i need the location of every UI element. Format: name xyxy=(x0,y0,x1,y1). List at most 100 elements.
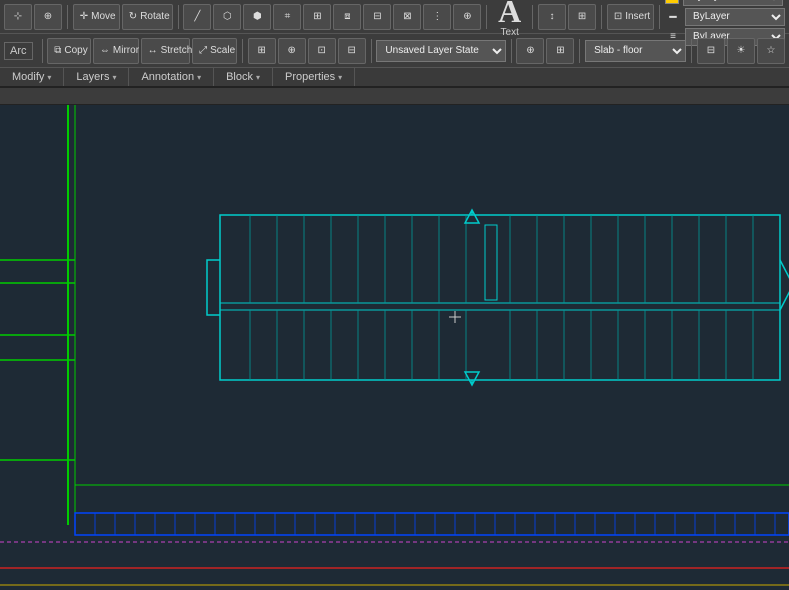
rotate-icon: ↻ xyxy=(129,9,137,25)
dim-icon2: ⊞ xyxy=(575,9,589,25)
line-icon3: ⬢ xyxy=(250,9,264,25)
layer-floor-select[interactable]: Slab - floor xyxy=(585,40,686,62)
rotate-label: Rotate xyxy=(140,11,169,22)
snap-btn2[interactable]: ⊕ xyxy=(278,38,306,64)
sep12 xyxy=(691,39,692,63)
stretch-btn[interactable]: ↔ Stretch xyxy=(141,38,191,64)
snap-icon: ⊕ xyxy=(41,9,55,25)
line-icon6: ⧈ xyxy=(340,9,354,25)
misc-btn5[interactable]: ☆ xyxy=(757,38,785,64)
line-icon2: ⬡ xyxy=(220,9,234,25)
misc-icon5: ☆ xyxy=(764,43,778,59)
line-btn4[interactable]: ⌗ xyxy=(273,4,301,30)
line-btn5[interactable]: ⊞ xyxy=(303,4,331,30)
snap-grid-btn[interactable]: ⊞ xyxy=(248,38,276,64)
move-btn[interactable]: ✛ Move xyxy=(73,4,120,30)
toolbar-area: ⊹ ⊕ ✛ Move ↻ Rotate ╱ ⬡ xyxy=(0,0,789,105)
layers-label: Layers xyxy=(76,71,109,83)
mirror-label: Mirror xyxy=(113,45,139,56)
line-icon1: ╱ xyxy=(190,9,204,25)
properties-arrow: ▾ xyxy=(338,73,342,82)
sep6 xyxy=(659,5,660,29)
cad-canvas-area[interactable] xyxy=(0,105,789,590)
move-icon: ✛ xyxy=(80,9,88,25)
line-btn8[interactable]: ⊠ xyxy=(393,4,421,30)
misc-btn4[interactable]: ☀ xyxy=(727,38,755,64)
insert-icon: ⊡ xyxy=(614,9,622,25)
block-arrow: ▾ xyxy=(256,73,260,82)
scale-icon: ⤢ xyxy=(199,43,207,59)
properties-label: Properties xyxy=(285,71,335,83)
line-icon7: ⊟ xyxy=(370,9,384,25)
misc-icon3: ⊟ xyxy=(704,43,718,59)
misc-btn1[interactable]: ⊕ xyxy=(516,38,544,64)
sep7 xyxy=(42,39,43,63)
dim-btn1[interactable]: ↕ xyxy=(538,4,566,30)
toolbar-row1: ⊹ ⊕ ✛ Move ↻ Rotate ╱ ⬡ xyxy=(0,0,789,34)
line-icon4: ⌗ xyxy=(280,9,294,25)
snap-icon4: ⊟ xyxy=(345,43,359,59)
text-label: Text xyxy=(501,27,519,38)
dim-icon1: ↕ xyxy=(545,9,559,25)
bylayer-select2[interactable]: ByLayer xyxy=(685,8,785,26)
move-label: Move xyxy=(91,11,115,22)
select-icon: ⊹ xyxy=(11,9,25,25)
mirror-btn[interactable]: ⇔ Mirror xyxy=(93,38,139,64)
sep1 xyxy=(67,5,68,29)
layers-arrow: ▾ xyxy=(112,73,116,82)
properties-tab[interactable]: Properties ▾ xyxy=(273,68,355,86)
layer-state-select[interactable]: Unsaved Layer State xyxy=(376,40,505,62)
misc-icon1: ⊕ xyxy=(523,43,537,59)
insert-btn[interactable]: ⊡ Insert xyxy=(607,4,654,30)
app-container: ⊹ ⊕ ✛ Move ↻ Rotate ╱ ⬡ xyxy=(0,0,789,590)
bylayer-select1[interactable]: ByLayer xyxy=(683,0,783,6)
block-tab[interactable]: Block ▾ xyxy=(214,68,273,86)
snap-btn3[interactable]: ⊡ xyxy=(308,38,336,64)
modify-tab[interactable]: Modify ▾ xyxy=(0,68,64,86)
line-btn7[interactable]: ⊟ xyxy=(363,4,391,30)
dim-btn2[interactable]: ⊞ xyxy=(568,4,596,30)
line-btn10[interactable]: ⊕ xyxy=(453,4,481,30)
scale-label: Scale xyxy=(210,45,235,56)
block-label: Block xyxy=(226,71,253,83)
line-btn6[interactable]: ⧈ xyxy=(333,4,361,30)
sep11 xyxy=(579,39,580,63)
cad-drawing xyxy=(0,105,789,590)
line-btn9[interactable]: ⋮ xyxy=(423,4,451,30)
line-btn2[interactable]: ⬡ xyxy=(213,4,241,30)
misc-btn2[interactable]: ⊞ xyxy=(546,38,574,64)
snap-btn[interactable]: ⊕ xyxy=(34,4,62,30)
bylayer-row2: ━ ByLayer xyxy=(665,8,785,26)
copy-btn[interactable]: ⧉ Copy xyxy=(47,38,91,64)
bylayer-row1: ByLayer xyxy=(665,0,785,6)
select-btn[interactable]: ⊹ xyxy=(4,4,32,30)
line-btn1[interactable]: ╱ xyxy=(183,4,211,30)
line-icon8: ⊠ xyxy=(400,9,414,25)
sep4 xyxy=(532,5,533,29)
misc-icon2: ⊞ xyxy=(553,43,567,59)
misc-btn3[interactable]: ⊟ xyxy=(697,38,725,64)
section-headers: Modify ▾ Layers ▾ Annotation ▾ Block ▾ P… xyxy=(0,68,789,88)
rotate-btn[interactable]: ↻ Rotate xyxy=(122,4,173,30)
text-panel: A Text xyxy=(498,0,521,38)
annotation-arrow: ▾ xyxy=(197,73,201,82)
sep2 xyxy=(178,5,179,29)
mirror-icon: ⇔ xyxy=(100,43,110,59)
line-icon5: ⊞ xyxy=(310,9,324,25)
sep9 xyxy=(371,39,372,63)
snap-icon2: ⊕ xyxy=(285,43,299,59)
line-btn3[interactable]: ⬢ xyxy=(243,4,271,30)
scale-btn[interactable]: ⤢ Scale xyxy=(192,38,237,64)
sep5 xyxy=(601,5,602,29)
sep3 xyxy=(486,5,487,29)
line-icon9: ⋮ xyxy=(430,9,444,25)
snap-icon3: ⊡ xyxy=(315,43,329,59)
insert-label: Insert xyxy=(625,11,650,22)
arc-btn[interactable]: Arc xyxy=(4,42,33,60)
layers-tab[interactable]: Layers ▾ xyxy=(64,68,129,86)
snap-btn4[interactable]: ⊟ xyxy=(338,38,366,64)
toolbar-row2: Arc ⧉ Copy ⇔ Mirror ↔ Stretch ⤢ Scale xyxy=(0,34,789,68)
annotation-tab[interactable]: Annotation ▾ xyxy=(129,68,214,86)
sep8 xyxy=(242,39,243,63)
stretch-label: Stretch xyxy=(161,45,193,56)
